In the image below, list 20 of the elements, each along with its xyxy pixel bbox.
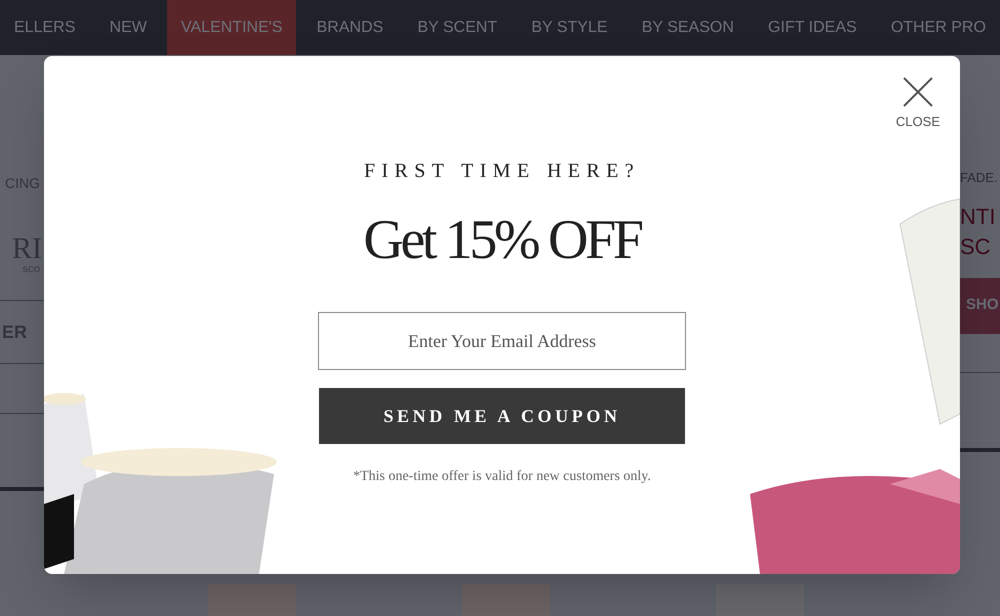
nav-link[interactable]: GIFT IDEAS [754,0,871,55]
nav-link[interactable]: NEW [96,0,161,55]
email-field[interactable]: Enter Your Email Address [318,312,686,370]
nav-link[interactable]: BY SEASON [628,0,748,55]
nav-link[interactable]: ELLERS [0,0,90,55]
nav-link[interactable]: BRANDS [302,0,398,55]
banner-title: NTI [960,202,996,230]
nav-link[interactable]: BY STYLE [517,0,622,55]
nav-link[interactable]: OTHER PRO [876,0,1000,55]
close-icon [902,76,934,108]
offer-disclaimer: *This one-time offer is valid for new customers only. [353,468,651,486]
shop-button[interactable]: SHO [960,278,1000,334]
modal-heading: FIRST TIME HERE? [364,159,640,184]
close-button[interactable]: CLOSE [896,76,940,132]
offer-title: Get 15% OFF [363,212,641,268]
banner-heading: FADE. [960,169,999,187]
nav-link[interactable]: BY SCENT [403,0,512,55]
banner-title: SC [960,232,992,260]
nav-link[interactable]: VALENTINE'S [167,0,296,55]
send-coupon-button[interactable]: SEND ME A COUPON [319,388,685,444]
